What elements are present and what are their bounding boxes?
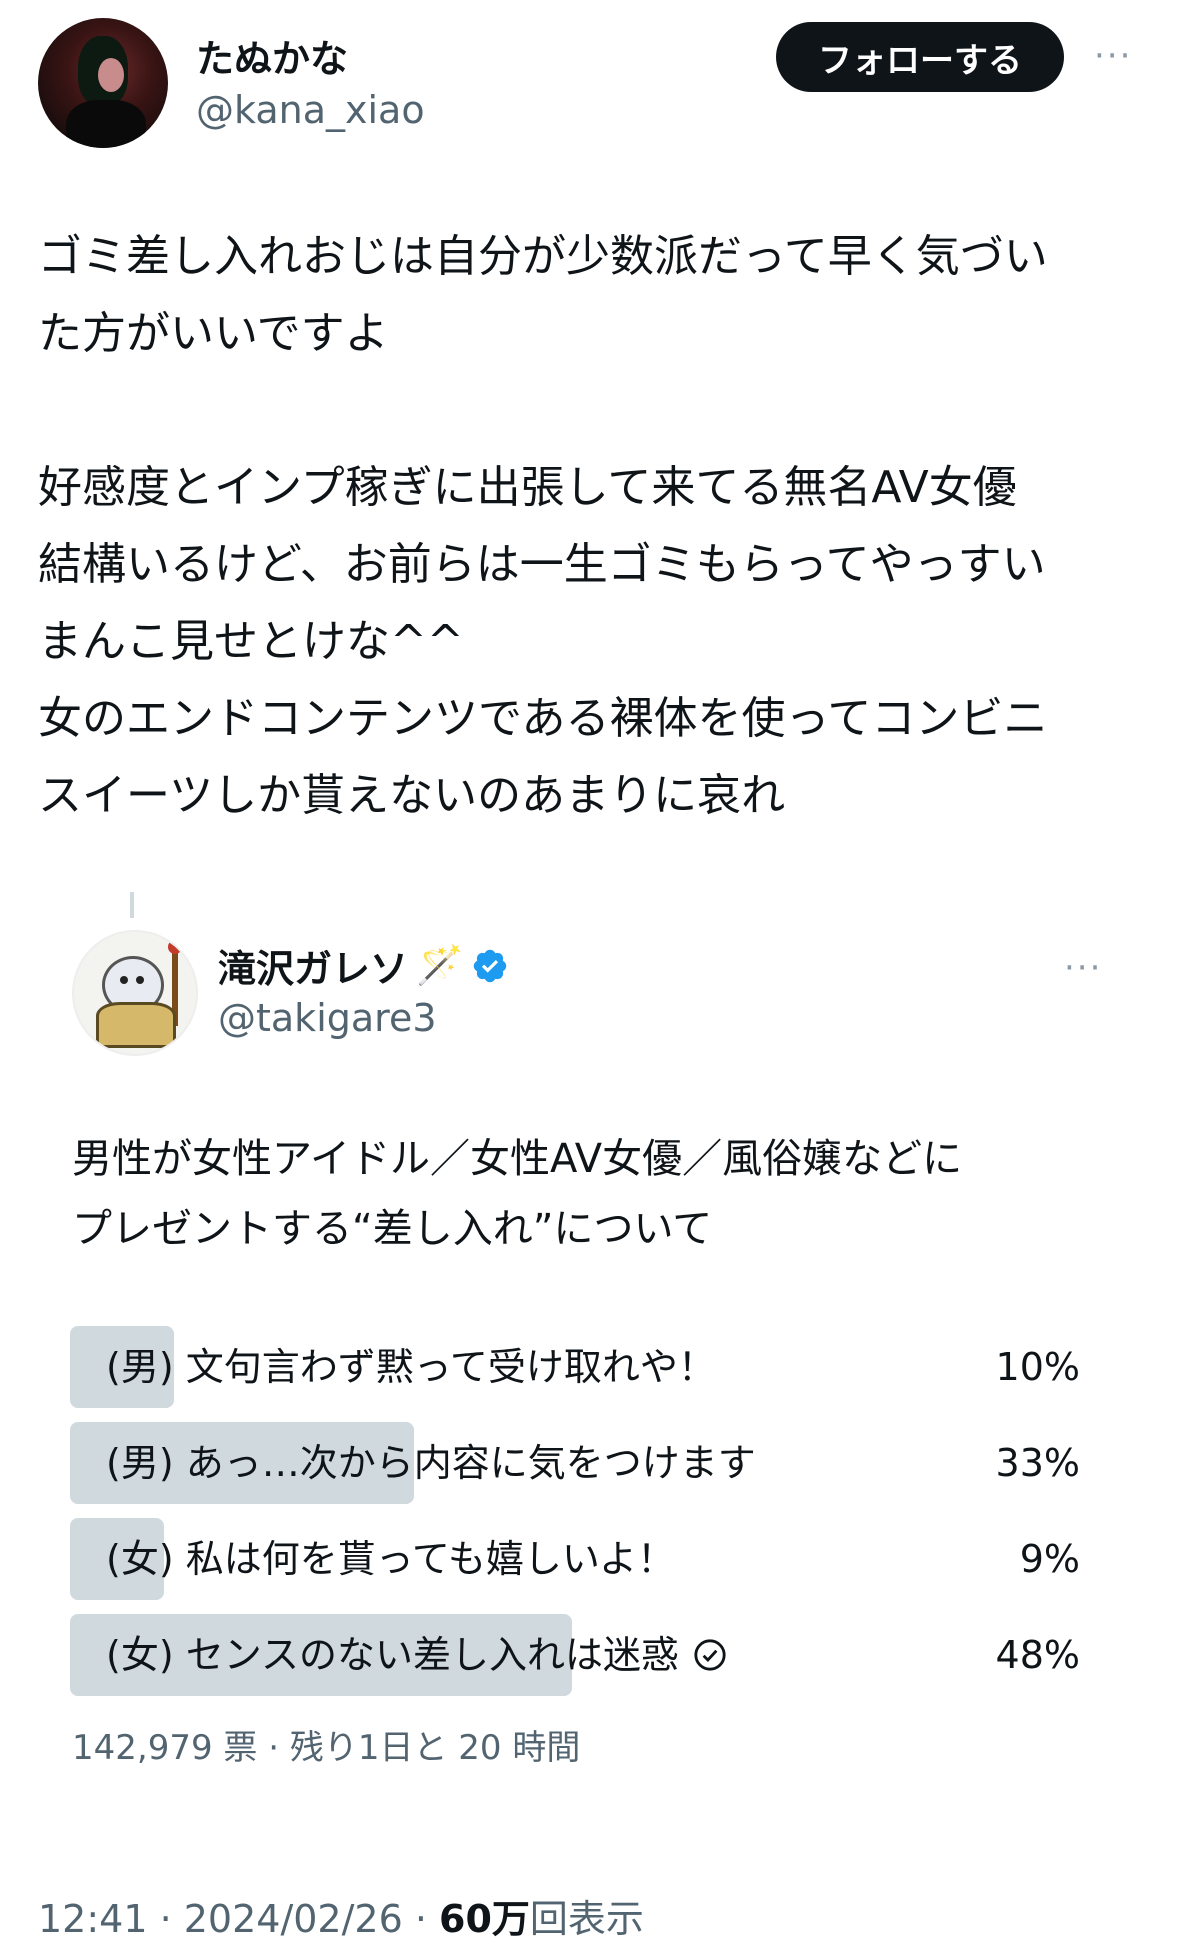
poll-votes-meta: 142,979 票 · 残り1日と 20 時間 (72, 1728, 581, 1768)
view-count: 60万 (439, 1897, 530, 1941)
poll-option-label-row: (女) センスのない差し入れは迷惑 (106, 1614, 727, 1696)
tweet-text: ゴミ差し入れおじは自分が少数派だって早く気づい た方がいいですよ 好感度とインプ… (38, 231, 1048, 821)
poll-option-selected[interactable]: (女) センスのない差し入れは迷惑 48% (70, 1614, 1080, 1696)
time-date: 12:41 · 2024/02/26 · (38, 1897, 440, 1941)
check-circle-icon (693, 1638, 727, 1672)
quoted-more-options-icon[interactable]: ··· (1064, 948, 1102, 988)
poll-option[interactable]: (女) 私は何を貰っても嬉しいよ！ 9% (70, 1518, 1080, 1600)
avatar-robe (96, 1002, 176, 1048)
poll-option[interactable]: (男) あっ…次から内容に気をつけます 33% (70, 1422, 1080, 1504)
poll-option-label: (男) 文句言わず黙って受け取れや！ (106, 1345, 716, 1389)
quoted-author-name-row[interactable]: 滝沢ガレソ 🪄 (218, 938, 509, 993)
poll-option[interactable]: (男) 文句言わず黙って受け取れや！ 10% (70, 1326, 1080, 1408)
poll-option-label: (女) 私は何を貰っても嬉しいよ！ (106, 1537, 676, 1581)
thread-line (130, 892, 134, 918)
quoted-tweet-text: 男性が女性アイドル／女性AV女優／風俗嬢などに プレゼントする“差し入れ”につい… (72, 1136, 963, 1252)
avatar-orb (168, 940, 182, 954)
author-avatar[interactable] (38, 18, 168, 148)
author-handle[interactable]: @kana_xiao (196, 88, 425, 132)
verified-badge-icon (471, 947, 509, 985)
poll-option-label: (女) センスのない差し入れは迷惑 (106, 1633, 679, 1677)
quoted-author-handle[interactable]: @takigare3 (218, 996, 437, 1040)
quoted-author-display-name: 滝沢ガレソ (218, 947, 409, 991)
author-display-name[interactable]: たぬかな (196, 28, 348, 83)
poll-option-percent: 48% (995, 1633, 1080, 1677)
poll-option-percent: 10% (995, 1345, 1080, 1389)
avatar-body (66, 100, 146, 148)
avatar-eye (136, 976, 144, 984)
poll-option-percent: 9% (1019, 1537, 1080, 1581)
more-options-icon[interactable]: ··· (1094, 36, 1132, 76)
poll-option-label: (男) あっ…次から内容に気をつけます (106, 1441, 756, 1485)
follow-button[interactable]: フォローする (776, 22, 1064, 92)
quoted-author-avatar[interactable] (72, 930, 198, 1056)
poll-option-percent: 33% (995, 1441, 1080, 1485)
tweet-timestamp[interactable]: 12:41 · 2024/02/26 · 60万回表示 (38, 1888, 644, 1943)
avatar-eye (120, 976, 128, 984)
avatar-face (98, 58, 124, 92)
magic-wand-emoji: 🪄 (416, 943, 464, 987)
view-label: 回表示 (529, 1897, 644, 1941)
